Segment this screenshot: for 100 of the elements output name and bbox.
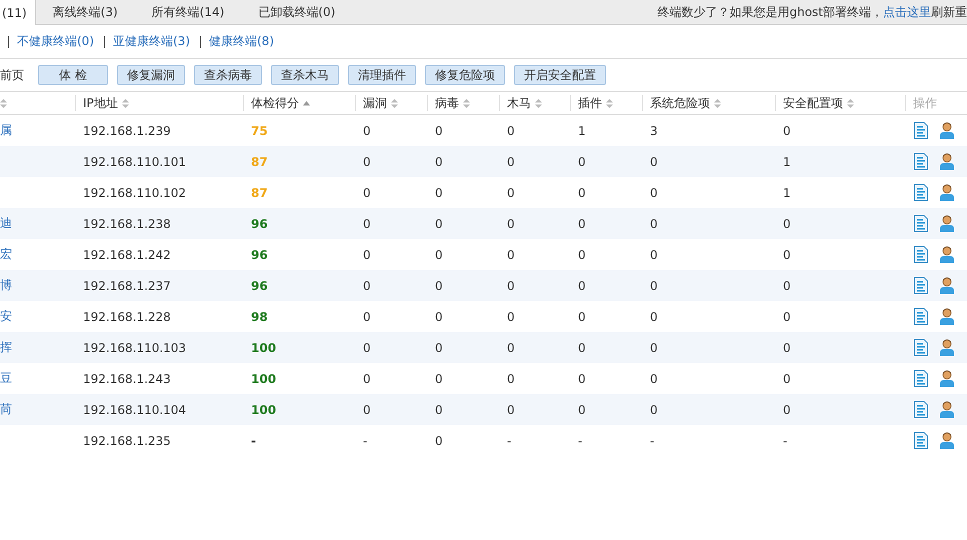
- score-value: -: [251, 434, 256, 448]
- terminal-name-link[interactable]: 博: [0, 278, 12, 292]
- column-header[interactable]: 插件: [578, 94, 602, 112]
- document-icon[interactable]: [913, 308, 929, 325]
- count-value: 0: [363, 124, 371, 138]
- count-value: 1: [783, 154, 791, 168]
- column-header[interactable]: IP地址: [83, 94, 118, 112]
- count-value: 0: [783, 278, 791, 292]
- count-value: 0: [435, 186, 443, 200]
- document-icon[interactable]: [913, 277, 929, 294]
- sort-icon[interactable]: [0, 98, 7, 108]
- document-icon[interactable]: [913, 215, 929, 232]
- user-icon[interactable]: [939, 153, 955, 170]
- user-icon[interactable]: [939, 277, 955, 294]
- action-button[interactable]: 查杀木马: [270, 65, 339, 85]
- action-button[interactable]: 查杀病毒: [194, 65, 262, 85]
- count-value: -: [363, 434, 368, 448]
- document-icon[interactable]: [913, 184, 929, 201]
- document-icon[interactable]: [913, 339, 929, 356]
- document-icon[interactable]: [913, 246, 929, 263]
- column-header[interactable]: 病毒: [435, 94, 459, 112]
- action-button[interactable]: 修复漏洞: [116, 65, 185, 85]
- count-value: 0: [578, 248, 586, 262]
- count-value: 0: [650, 310, 658, 324]
- count-value: -: [783, 434, 788, 448]
- document-icon[interactable]: [913, 122, 929, 139]
- user-icon[interactable]: [939, 432, 955, 449]
- ip-address: 192.168.110.103: [83, 340, 186, 354]
- user-icon[interactable]: [939, 215, 955, 232]
- count-value: 0: [507, 216, 515, 230]
- sort-icon[interactable]: [122, 98, 129, 108]
- column-header[interactable]: 体检得分: [251, 94, 299, 112]
- terminal-name-link[interactable]: 宏: [0, 247, 12, 261]
- filter-link[interactable]: 亚健康终端(3): [113, 33, 190, 50]
- user-icon[interactable]: [939, 370, 955, 387]
- count-value: 0: [507, 248, 515, 262]
- action-button[interactable]: 清理插件: [348, 65, 416, 85]
- count-value: 0: [435, 340, 443, 354]
- sort-icon[interactable]: [606, 98, 613, 108]
- sort-icon[interactable]: [463, 98, 470, 108]
- sort-icon[interactable]: [391, 98, 398, 108]
- score-value: 98: [251, 310, 268, 324]
- document-icon[interactable]: [913, 153, 929, 170]
- scope-label: 前页: [0, 66, 24, 84]
- document-icon[interactable]: [913, 432, 929, 449]
- column-header[interactable]: 漏洞: [363, 94, 387, 112]
- tab[interactable]: 离线终端(3): [36, 0, 135, 24]
- count-value: 0: [650, 216, 658, 230]
- tab[interactable]: 所有终端(14): [134, 0, 242, 24]
- terminal-name-link[interactable]: 属: [0, 123, 12, 137]
- action-button[interactable]: 开启安全配置: [514, 65, 606, 85]
- count-value: 0: [578, 372, 586, 386]
- column-header[interactable]: 木马: [507, 94, 531, 112]
- terminal-name-link[interactable]: 豆: [0, 371, 12, 385]
- document-icon[interactable]: [913, 401, 929, 418]
- column-header: 操作: [913, 94, 937, 112]
- count-value: 0: [507, 310, 515, 324]
- user-icon[interactable]: [939, 308, 955, 325]
- column-header[interactable]: 系统危险项: [650, 94, 710, 112]
- count-value: 0: [650, 278, 658, 292]
- score-value: 96: [251, 216, 268, 230]
- user-icon[interactable]: [939, 184, 955, 201]
- terminal-name-link[interactable]: 挥: [0, 340, 12, 354]
- tab[interactable]: (11): [0, 0, 36, 25]
- ip-address: 192.168.1.228: [83, 310, 171, 324]
- count-value: 0: [578, 186, 586, 200]
- action-button[interactable]: 修复危险项: [424, 65, 505, 85]
- refresh-link[interactable]: 点击这里: [883, 5, 931, 19]
- terminal-name-link[interactable]: 迪: [0, 216, 12, 230]
- sort-icon[interactable]: [714, 98, 721, 108]
- terminal-name-link[interactable]: 安: [0, 309, 12, 323]
- count-value: 0: [783, 124, 791, 138]
- filter-link[interactable]: 健康终端(8): [209, 33, 274, 50]
- terminal-name-link[interactable]: 苘: [0, 402, 12, 416]
- count-value: 0: [435, 216, 443, 230]
- document-icon[interactable]: [913, 370, 929, 387]
- count-value: 0: [783, 372, 791, 386]
- user-icon[interactable]: [939, 339, 955, 356]
- count-value: 0: [435, 154, 443, 168]
- count-value: 1: [578, 124, 586, 138]
- count-value: 0: [363, 402, 371, 416]
- count-value: 0: [435, 248, 443, 262]
- ip-address: 192.168.1.242: [83, 248, 171, 262]
- action-button[interactable]: 体 检: [38, 65, 108, 85]
- user-icon[interactable]: [939, 246, 955, 263]
- count-value: 0: [650, 186, 658, 200]
- column-header[interactable]: 安全配置项: [783, 94, 843, 112]
- score-value: 75: [251, 124, 268, 138]
- tab[interactable]: 已卸载终端(0): [241, 0, 352, 24]
- filter-link[interactable]: 不健康终端(0): [17, 33, 94, 50]
- user-icon[interactable]: [939, 401, 955, 418]
- count-value: 0: [507, 340, 515, 354]
- user-icon[interactable]: [939, 122, 955, 139]
- count-value: 0: [783, 216, 791, 230]
- sort-icon[interactable]: [535, 98, 542, 108]
- ip-address: 192.168.1.239: [83, 124, 171, 138]
- count-value: 0: [650, 154, 658, 168]
- sort-ascending-icon[interactable]: [303, 100, 310, 106]
- sort-icon[interactable]: [847, 98, 854, 108]
- count-value: 0: [578, 310, 586, 324]
